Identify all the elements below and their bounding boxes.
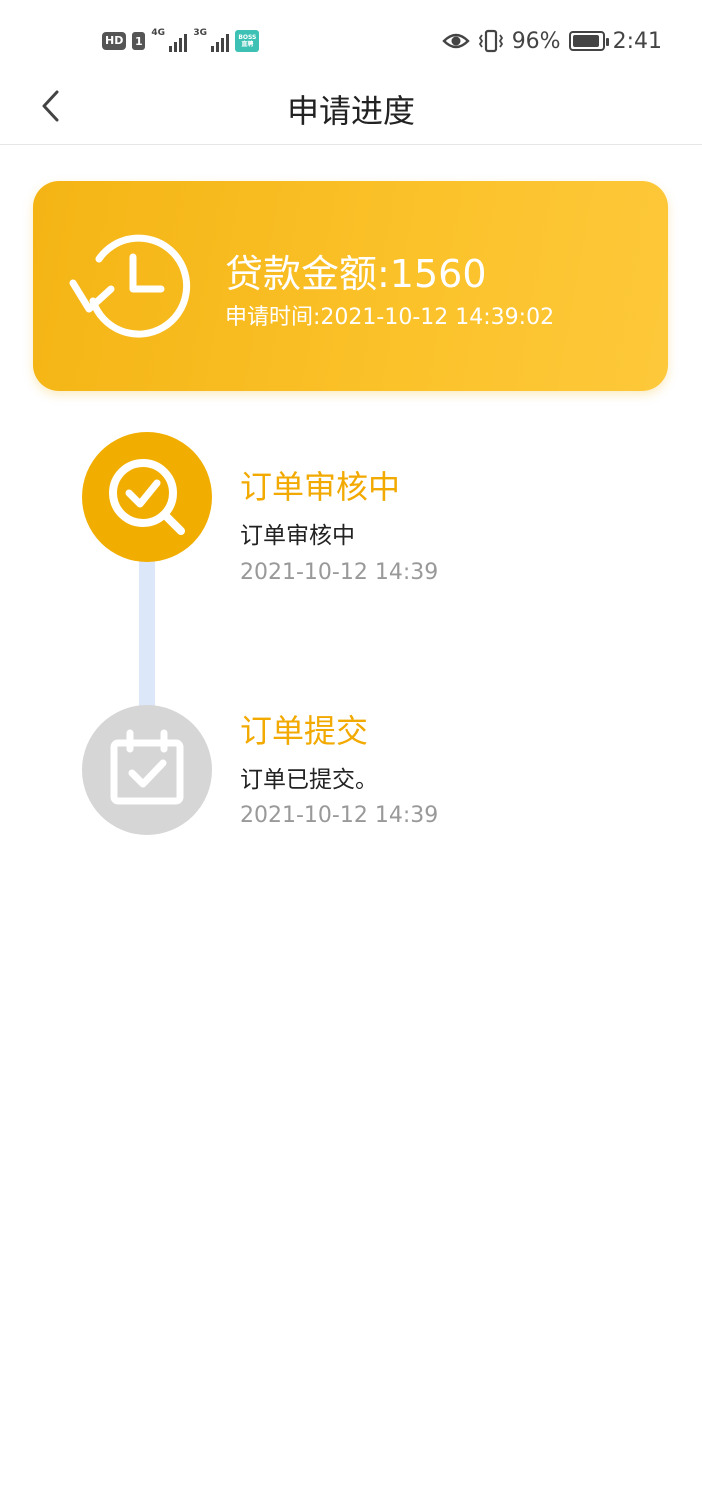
history-icon xyxy=(69,234,191,338)
hd-icon: HD xyxy=(102,32,127,50)
step-title: 订单提交 xyxy=(240,712,369,750)
step-description: 订单已提交。 xyxy=(240,767,378,793)
status-right: 96% 2:41 xyxy=(441,26,662,56)
step-time: 2021-10-12 14:39 xyxy=(240,803,439,828)
status-left: HD 1 4G 3G BOSS直聘 xyxy=(102,28,260,54)
review-step-icon xyxy=(82,432,212,562)
battery-level xyxy=(572,35,600,47)
signal-4g-icon: 4G xyxy=(151,28,188,52)
timeline-connector xyxy=(139,556,155,708)
boss-app-icon: BOSS直聘 xyxy=(235,30,260,52)
step-title: 订单审核中 xyxy=(240,468,401,506)
signal-3g-icon: 3G xyxy=(193,28,230,52)
signal-3g-label: 3G xyxy=(193,28,207,38)
status-bar: HD 1 4G 3G BOSS直聘 96% 2:41 xyxy=(0,0,702,80)
battery-percent: 96% xyxy=(511,28,561,54)
search-check-icon xyxy=(109,459,185,535)
loan-summary-card: 贷款金额:1560 申请时间:2021-10-12 14:39:02 xyxy=(33,181,668,391)
clock: 2:41 xyxy=(612,28,662,54)
signal-4g-label: 4G xyxy=(151,28,165,38)
step-time: 2021-10-12 14:39 xyxy=(240,560,439,585)
app-header: 申请进度 xyxy=(0,70,702,145)
apply-time: 申请时间:2021-10-12 14:39:02 xyxy=(225,305,555,330)
eye-icon xyxy=(441,33,470,49)
vibrate-icon xyxy=(478,29,503,53)
page-title: 申请进度 xyxy=(286,92,415,130)
battery-icon xyxy=(568,31,609,51)
calendar-check-icon xyxy=(110,729,184,805)
loan-amount: 贷款金额:1560 xyxy=(225,252,487,296)
submit-step-icon xyxy=(82,705,212,835)
step-description: 订单审核中 xyxy=(240,523,355,549)
sim-icon: 1 xyxy=(132,32,146,50)
